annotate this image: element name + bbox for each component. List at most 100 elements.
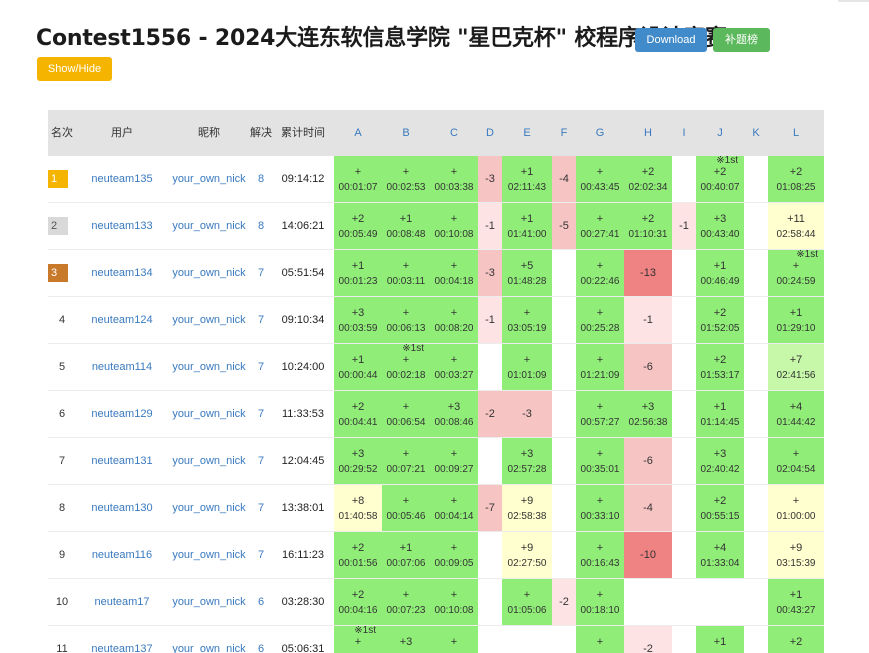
problem-cell-l[interactable]: +01:00:00	[768, 484, 824, 532]
problem-cell-g[interactable]: +00:33:10	[576, 484, 624, 532]
problem-cell-j[interactable]: +2 00:55:15	[696, 484, 744, 532]
problem-cell-c[interactable]: +00:10:08	[430, 202, 478, 250]
col-problem-f[interactable]: F	[552, 110, 576, 156]
col-problem-g[interactable]: G	[576, 110, 624, 156]
col-problem-a[interactable]: A	[334, 110, 382, 156]
problem-cell-k[interactable]	[744, 484, 768, 532]
problem-cell-h[interactable]: -10	[624, 531, 672, 579]
problem-cell-j[interactable]: +2 00:40:07 ※1st	[696, 155, 744, 203]
problem-cell-c[interactable]: +00:10:08	[430, 578, 478, 626]
problem-cell-a[interactable]: +3 00:29:52	[334, 437, 382, 485]
col-problem-d[interactable]: D	[478, 110, 502, 156]
col-problem-l[interactable]: L	[768, 110, 824, 156]
problem-cell-j[interactable]: +3 02:40:42	[696, 437, 744, 485]
problem-cell-e[interactable]: +9 02:58:38	[502, 484, 552, 532]
problem-cell-b[interactable]: +00:02:53	[382, 156, 430, 203]
problem-cell-b[interactable]: +00:02:18 ※1st	[382, 343, 430, 391]
problem-cell-i[interactable]: -1	[672, 202, 696, 250]
problem-cell-a[interactable]: +2 00:04:41	[334, 390, 382, 438]
problem-cell-f[interactable]	[552, 437, 576, 485]
problem-cell-j[interactable]: +2 01:53:17	[696, 343, 744, 391]
problem-cell-l[interactable]: +1 01:29:10	[768, 296, 824, 344]
problem-cell-e[interactable]: +01:05:06	[502, 578, 552, 626]
problem-cell-c[interactable]: +00:09:27	[430, 437, 478, 485]
user-link[interactable]: neuteam135	[76, 156, 168, 203]
problem-cell-l[interactable]: +4 01:44:42	[768, 390, 824, 438]
problem-cell-a[interactable]: +1 00:00:44	[334, 343, 382, 391]
problem-cell-l[interactable]: +7 02:41:56	[768, 343, 824, 391]
problem-cell-d[interactable]: -1	[478, 296, 502, 344]
nick-link[interactable]: your_own_nick	[168, 249, 250, 297]
problem-cell-h[interactable]: -1	[624, 296, 672, 344]
problem-cell-j[interactable]: +1 00:46:49	[696, 249, 744, 297]
problem-cell-f[interactable]	[552, 390, 576, 438]
problem-cell-a[interactable]: +8 01:40:58	[334, 484, 382, 532]
problem-cell-d[interactable]	[478, 437, 502, 485]
problem-cell-d[interactable]: -3	[478, 249, 502, 297]
user-link[interactable]: neuteam17	[76, 578, 168, 626]
col-problem-i[interactable]: I	[672, 110, 696, 156]
problem-cell-a[interactable]: +3 00:03:59	[334, 296, 382, 344]
problem-cell-e[interactable]: +01:01:09	[502, 343, 552, 391]
problem-cell-b[interactable]: +00:06:54	[382, 390, 430, 438]
nick-link[interactable]: your_own_nick	[168, 390, 250, 438]
nick-link[interactable]: your_own_nick	[168, 578, 250, 626]
problem-cell-g[interactable]: +00:43:45	[576, 156, 624, 203]
problem-cell-d[interactable]: -3	[478, 156, 502, 203]
nick-link[interactable]: your_own_nick	[168, 156, 250, 203]
problem-cell-j[interactable]	[696, 578, 744, 626]
problem-cell-a[interactable]: +2 00:04:16	[334, 578, 382, 626]
problem-cell-i[interactable]	[672, 249, 696, 297]
problem-cell-d[interactable]: -1	[478, 202, 502, 250]
download-button[interactable]: Download	[635, 28, 707, 52]
col-problem-b[interactable]: B	[382, 110, 430, 156]
problem-cell-f[interactable]	[552, 625, 576, 653]
user-link[interactable]: neuteam133	[76, 202, 168, 250]
problem-cell-k[interactable]	[744, 343, 768, 391]
problem-cell-k[interactable]	[744, 578, 768, 626]
problem-cell-k[interactable]	[744, 296, 768, 344]
problem-cell-f[interactable]: -4	[552, 156, 576, 203]
problem-cell-j[interactable]: +1 01:14:45	[696, 390, 744, 438]
problem-cell-g[interactable]: +00:22:05	[576, 625, 624, 653]
problem-cell-h[interactable]: -6	[624, 343, 672, 391]
col-problem-c[interactable]: C	[430, 110, 478, 156]
problem-cell-e[interactable]	[502, 625, 552, 653]
problem-cell-f[interactable]	[552, 343, 576, 391]
problem-cell-g[interactable]: +00:27:41	[576, 202, 624, 250]
problem-cell-c[interactable]: +00:03:27	[430, 343, 478, 391]
problem-cell-j[interactable]: +2 01:52:05	[696, 296, 744, 344]
problem-cell-g[interactable]: +00:22:46	[576, 249, 624, 297]
problem-cell-k[interactable]	[744, 202, 768, 250]
problem-cell-k[interactable]	[744, 249, 768, 297]
problem-cell-i[interactable]	[672, 437, 696, 485]
problem-cell-f[interactable]: -2	[552, 578, 576, 626]
problem-cell-h[interactable]: +2 01:10:31	[624, 202, 672, 250]
problem-cell-i[interactable]	[672, 531, 696, 579]
problem-cell-g[interactable]: +00:18:10	[576, 578, 624, 626]
problem-cell-l[interactable]: +1 00:43:27	[768, 578, 824, 626]
problem-cell-i[interactable]	[672, 390, 696, 438]
problem-cell-f[interactable]	[552, 296, 576, 344]
problem-cell-b[interactable]: +1 00:08:48	[382, 202, 430, 250]
col-nick[interactable]: 昵称	[168, 110, 250, 156]
problem-cell-e[interactable]: +1 01:41:00	[502, 202, 552, 250]
problem-cell-h[interactable]: -6	[624, 437, 672, 485]
nick-link[interactable]: your_own_nick	[168, 296, 250, 344]
problem-cell-c[interactable]: +00:09:05	[430, 531, 478, 579]
problem-cell-c[interactable]: +3 00:08:46	[430, 390, 478, 438]
problem-cell-d[interactable]	[478, 343, 502, 391]
problem-cell-i[interactable]	[672, 578, 696, 626]
problem-cell-f[interactable]	[552, 531, 576, 579]
problem-cell-j[interactable]: +3 00:43:40	[696, 202, 744, 250]
practice-board-button[interactable]: 补题榜	[713, 28, 770, 52]
nick-link[interactable]: your_own_nick	[168, 437, 250, 485]
user-link[interactable]: neuteam131	[76, 437, 168, 485]
user-link[interactable]: neuteam124	[76, 296, 168, 344]
problem-cell-h[interactable]: -2	[624, 625, 672, 653]
col-problem-j[interactable]: J	[696, 110, 744, 156]
problem-cell-k[interactable]	[744, 437, 768, 485]
problem-cell-d[interactable]	[478, 625, 502, 653]
problem-cell-k[interactable]	[744, 390, 768, 438]
problem-cell-b[interactable]: +00:05:46	[382, 484, 430, 532]
